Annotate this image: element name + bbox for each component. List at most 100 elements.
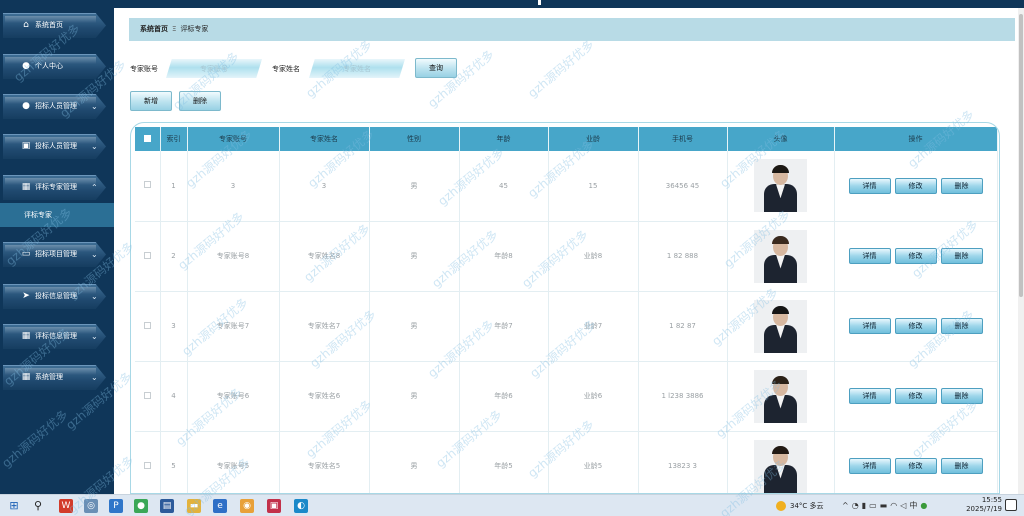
cell-index: 1 — [160, 151, 188, 222]
cell-account: 专家账号5 — [187, 431, 280, 493]
cell-avatar — [727, 151, 835, 222]
volume-icon[interactable]: ◁ — [900, 501, 909, 510]
scrollbar-thumb[interactable] — [1019, 14, 1023, 297]
mic-icon[interactable]: ▮ — [862, 501, 869, 510]
table-row[interactable]: 4 专家账号6 专家姓名6 男年龄6 业龄6 1 l238 3886 详情 修改 删除 — [135, 361, 998, 432]
wifi-icon[interactable]: ◠ — [890, 501, 900, 510]
sidebar-item-label: 评标专家管理 — [35, 183, 77, 191]
ie-icon[interactable]: e — [213, 499, 227, 513]
chat-icon[interactable]: ● — [134, 499, 148, 513]
row-select-cell[interactable] — [135, 361, 161, 432]
select-all-checkbox[interactable] — [143, 134, 151, 142]
avatar — [754, 439, 807, 493]
ide-icon[interactable]: ▣ — [267, 499, 281, 513]
sidebar-item-label: 系统管理 — [35, 373, 63, 381]
sidebar-item-8[interactable]: ▦ 评标信息管理 ⌄ — [3, 324, 106, 349]
sidebar-item-5[interactable]: ▦ 评标专家管理 ⌃ — [3, 175, 106, 200]
row-delete-button[interactable]: 删除 — [940, 388, 983, 404]
start-icon[interactable]: ⊞ — [7, 499, 21, 513]
sidebar-subitem-expert[interactable]: 评标专家 — [0, 203, 114, 227]
clock[interactable]: 15:55 2025/7/19 — [962, 496, 1002, 514]
edit-button[interactable]: 修改 — [894, 318, 937, 334]
cell-avatar — [727, 361, 835, 432]
sidebar-item-3[interactable]: ● 招标人员管理 ⌄ — [3, 94, 106, 119]
sidebar-item-9[interactable]: ▦ 系统管理 ⌄ — [3, 365, 106, 390]
column-header: 操作 — [834, 127, 998, 151]
row-select-cell[interactable] — [135, 221, 161, 292]
edge-icon[interactable]: ◐ — [294, 499, 308, 513]
cell-phone: 1 l238 3886 — [638, 361, 728, 432]
detail-button[interactable]: 详情 — [848, 248, 891, 264]
row-checkbox[interactable] — [143, 461, 151, 469]
weather-icon — [776, 501, 786, 511]
column-header: 头像 — [727, 127, 835, 151]
detail-button[interactable]: 详情 — [848, 388, 891, 404]
battery-icon[interactable]: ▬ — [880, 501, 891, 510]
sidebar-item-4[interactable]: ▣ 投标人员管理 ⌄ — [3, 134, 106, 159]
notification-icon[interactable] — [1005, 499, 1017, 511]
detail-button[interactable]: 详情 — [848, 458, 891, 474]
cell-account: 专家账号8 — [187, 221, 280, 292]
select-all-header[interactable] — [135, 127, 161, 151]
row-checkbox[interactable] — [143, 321, 151, 329]
network-icon[interactable]: ◔ — [852, 501, 862, 510]
chrome-icon[interactable]: ◉ — [240, 499, 254, 513]
ime-status-icon[interactable]: ● — [920, 501, 930, 510]
avatar-hair — [772, 305, 789, 314]
row-select-cell[interactable] — [135, 151, 161, 222]
sidebar-item-7[interactable]: ➤ 投标信息管理 ⌄ — [3, 284, 106, 309]
chevron-down-icon: ⌄ — [91, 373, 98, 382]
cell-phone: 1 82 888 — [638, 221, 728, 292]
name-search-input[interactable] — [309, 59, 405, 78]
cell-account: 专家账号6 — [187, 361, 280, 432]
weather-condition: 多云 — [809, 502, 824, 510]
edit-button[interactable]: 修改 — [894, 458, 937, 474]
detail-button[interactable]: 详情 — [848, 318, 891, 334]
table-row[interactable]: 2 专家账号8 专家姓名8 男年龄8 业龄8 1 82 888 详情 修改 删除 — [135, 221, 998, 292]
weather-widget[interactable]: 34°C 多云 — [776, 497, 824, 515]
row-delete-button[interactable]: 删除 — [940, 248, 983, 264]
cell-name: 3 — [279, 151, 370, 222]
grid-icon: ▦ — [21, 182, 31, 192]
chevron-down-icon: ⌄ — [91, 332, 98, 341]
search-icon[interactable]: ⚲ — [31, 499, 45, 513]
cell-actions: 详情 修改 删除 — [834, 431, 998, 493]
row-select-cell[interactable] — [135, 431, 161, 493]
sidebar-item-2[interactable]: ● 个人中心 — [3, 54, 106, 79]
account-search-input[interactable] — [166, 59, 262, 78]
table-row[interactable]: 1 3 3 男 45 15 36456 45 详情 修改 删除 — [135, 151, 998, 222]
store-icon[interactable]: ▤ — [160, 499, 174, 513]
table-row[interactable]: 3 专家账号7 专家姓名7 男年龄7 业龄7 1 82 87 详情 修改 删除 — [135, 291, 998, 362]
folder-icon[interactable]: ▬ — [187, 499, 201, 513]
row-delete-button[interactable]: 删除 — [940, 318, 983, 334]
sidebar-item-label: 招标人员管理 — [35, 102, 77, 110]
app-icon[interactable]: ◎ — [84, 499, 98, 513]
row-checkbox[interactable] — [143, 181, 151, 189]
table-row[interactable]: 5 专家账号5 专家姓名5 男年龄5 业龄5 13823 3 详情 修改 删除 — [135, 431, 998, 493]
row-checkbox[interactable] — [143, 251, 151, 259]
add-button[interactable]: 新增 — [130, 91, 172, 111]
vertical-scrollbar[interactable] — [1018, 8, 1024, 494]
avatar — [754, 299, 807, 353]
sidebar-item-6[interactable]: ▭ 招标项目管理 ⌄ — [3, 242, 106, 267]
edit-button[interactable]: 修改 — [894, 388, 937, 404]
edit-button[interactable]: 修改 — [894, 177, 937, 194]
edit-button[interactable]: 修改 — [894, 248, 937, 264]
wps-icon[interactable]: W — [59, 499, 73, 513]
row-delete-button[interactable]: 删除 — [940, 458, 983, 474]
row-select-cell[interactable] — [135, 291, 161, 362]
sidebar-item-1[interactable]: ⌂ 系统首页 — [3, 13, 106, 38]
query-button[interactable]: 查询 — [415, 58, 457, 78]
display-icon[interactable]: ▭ — [869, 501, 880, 510]
tray-expand-icon[interactable]: ^ — [842, 501, 852, 510]
avatar — [754, 229, 807, 283]
system-tray[interactable]: ^◔▮▭▬◠◁中● — [842, 497, 930, 515]
powerpoint-icon[interactable]: P — [109, 499, 123, 513]
breadcrumb-home[interactable]: 系统首页 — [140, 25, 168, 33]
delete-button[interactable]: 删除 — [179, 91, 221, 111]
detail-button[interactable]: 详情 — [848, 177, 891, 194]
row-checkbox[interactable] — [143, 391, 151, 399]
user-icon: ● — [22, 101, 30, 111]
row-delete-button[interactable]: 删除 — [940, 177, 983, 194]
ime-indicator[interactable]: 中 — [909, 501, 920, 510]
